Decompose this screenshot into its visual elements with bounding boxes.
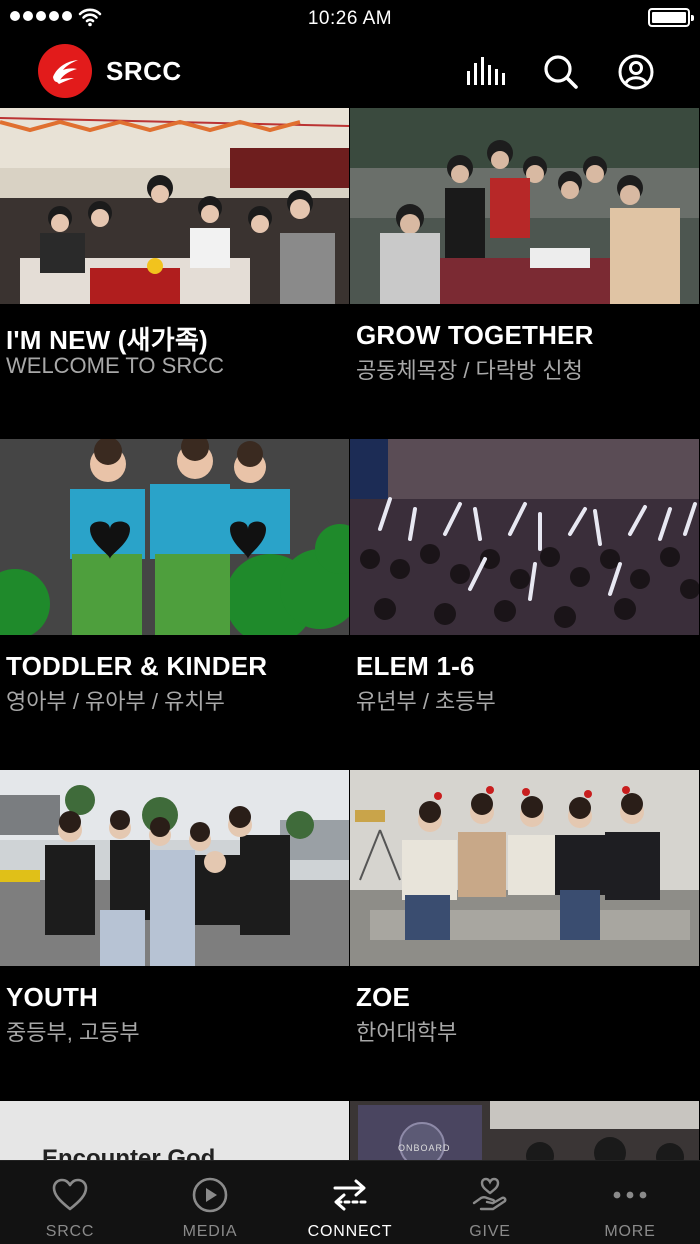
tab-connect[interactable]: CONNECT xyxy=(280,1161,420,1244)
tab-label: MEDIA xyxy=(182,1223,238,1240)
banner-text: Encounter God xyxy=(42,1145,216,1161)
card-elem[interactable]: ELEM 1-6 유년부 / 초등부 xyxy=(350,439,700,770)
card-subtitle: 한어대학부 xyxy=(356,1020,458,1045)
battery-icon xyxy=(648,8,694,27)
banner-text: ONBOARD xyxy=(398,1143,451,1153)
card-toddler-kinder[interactable]: TODDLER & KINDER 영아부 / 유아부 / 유치부 xyxy=(0,439,350,770)
card-title: GROW TOGETHER xyxy=(356,320,594,350)
app-title: SRCC xyxy=(106,56,182,86)
tab-srcc[interactable]: SRCC xyxy=(0,1161,140,1244)
card-subtitle: WELCOME TO SRCC xyxy=(6,353,224,378)
bottom-tab-bar: SRCC MEDIA CONNECT GIVE MORE xyxy=(0,1160,700,1244)
card-subtitle: 공동체목장 / 다락방 신청 xyxy=(356,358,583,383)
card-encounter-god[interactable]: Encounter God xyxy=(0,1101,350,1161)
youth-group-photo xyxy=(0,770,349,966)
encounter-god-banner: Encounter God xyxy=(0,1101,349,1161)
card-subtitle: 영아부 / 유아부 / 유치부 xyxy=(6,689,225,714)
tab-label: MORE xyxy=(604,1223,656,1240)
card-subtitle: 중등부, 고등부 xyxy=(6,1020,140,1045)
status-time: 10:26 AM xyxy=(307,8,393,29)
onboard-event-photo: ONBOARD xyxy=(350,1101,699,1161)
college-group-photo xyxy=(350,770,699,966)
flame-logo-icon xyxy=(53,60,78,84)
card-onboard[interactable]: ONBOARD xyxy=(350,1101,700,1161)
heart-hand-icon xyxy=(470,1175,510,1215)
tab-label: GIVE xyxy=(469,1223,511,1240)
tab-give[interactable]: GIVE xyxy=(420,1161,560,1244)
play-circle-icon xyxy=(190,1175,230,1215)
tab-more[interactable]: MORE xyxy=(560,1161,700,1244)
account-icon[interactable] xyxy=(616,52,656,92)
card-im-new[interactable]: I'M NEW (새가족) WELCOME TO SRCC xyxy=(0,108,350,439)
app-header: SRCC xyxy=(0,36,700,108)
card-title: YOUTH xyxy=(6,982,98,1012)
tab-label: CONNECT xyxy=(307,1223,393,1240)
more-dots-icon xyxy=(610,1175,650,1215)
tab-media[interactable]: MEDIA xyxy=(140,1161,280,1244)
kids-performance-photo xyxy=(0,439,349,635)
card-grow-together[interactable]: GROW TOGETHER 공동체목장 / 다락방 신청 xyxy=(350,108,700,439)
status-bar: 10:26 AM xyxy=(0,0,700,36)
swap-arrows-icon xyxy=(330,1175,370,1215)
outdoor-group-photo xyxy=(350,108,699,304)
card-title: ELEM 1-6 xyxy=(356,651,475,681)
card-title: I'M NEW (새가족) xyxy=(6,325,208,355)
card-subtitle: 유년부 / 초등부 xyxy=(356,689,496,714)
church-logo[interactable] xyxy=(38,44,92,98)
card-youth[interactable]: YOUTH 중등부, 고등부 xyxy=(0,770,350,1101)
group-dinner-photo xyxy=(0,108,349,304)
heart-icon xyxy=(50,1175,90,1215)
card-title: TODDLER & KINDER xyxy=(6,651,268,681)
chart-bars-icon[interactable] xyxy=(466,52,506,92)
glowstick-crowd-photo xyxy=(350,439,699,635)
card-zoe[interactable]: ZOE 한어대학부 xyxy=(350,770,700,1101)
search-icon[interactable] xyxy=(541,52,581,92)
card-title: ZOE xyxy=(356,982,411,1012)
tab-label: SRCC xyxy=(45,1223,95,1240)
